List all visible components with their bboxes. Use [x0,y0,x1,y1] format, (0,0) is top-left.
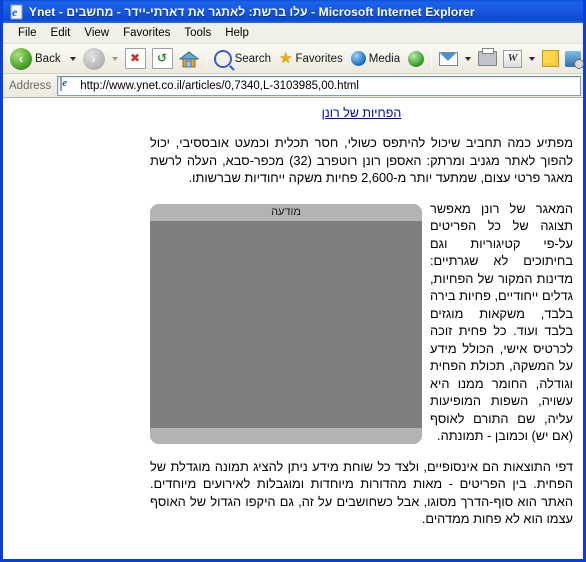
media-button[interactable]: Media [348,47,405,71]
svg-text:e: e [12,5,18,19]
forward-dropdown-caret-icon[interactable] [111,56,118,61]
back-arrow-icon: ‹ [10,47,32,70]
history-button[interactable] [405,47,427,71]
edit-in-word-button[interactable]: W [500,47,525,71]
favorites-button[interactable]: ★ Favorites [276,47,348,71]
favorites-button-label: Favorites [295,52,343,65]
address-bar: Address http://www.ynet.co.il/articles/0… [3,74,583,98]
mail-dropdown-caret-icon[interactable] [465,56,472,61]
print-button[interactable] [475,47,500,71]
back-button[interactable]: ‹ Back [7,47,66,71]
media-globe-icon [350,51,366,66]
forward-arrow-icon: › [82,47,105,70]
address-label: Address [9,79,52,92]
article-paragraph-3: דפי התוצאות הם אינסופיים, ולצד כל שוחת מ… [150,458,573,527]
forward-button[interactable]: › [80,47,108,71]
stop-button[interactable]: ✖ [122,47,149,71]
back-dropdown-caret-icon[interactable] [69,56,76,61]
article-body: הפחיות של רונן מפתיע כמה תחביב שיכול להי… [150,106,573,528]
title-bar: e Ynet - עלו ברשת: לאתגר את דארתי-יידר -… [3,0,583,23]
menu-item-view[interactable]: View [77,25,116,41]
messenger-icon [565,50,585,69]
menu-bar: File Edit View Favorites Tools Help [3,23,583,44]
media-button-label: Media [368,52,401,65]
page-document-icon [60,77,76,93]
printer-icon [478,48,498,66]
sticky-note-icon [542,50,560,67]
address-url-text: http://www.ynet.co.il/articles/0,7340,L-… [80,79,359,92]
browser-window: e Ynet - עלו ברשת: לאתגר את דארתי-יידר -… [0,0,586,562]
word-icon: W [503,49,523,68]
navigation-toolbar: ‹ Back › ✖ ↺ Search ★ Favorites Media W [3,44,585,74]
address-input[interactable]: http://www.ynet.co.il/articles/0,7340,L-… [57,75,581,96]
search-icon [213,49,232,68]
stop-icon: ✖ [124,48,146,69]
advertisement-footer [150,427,422,444]
menu-item-tools[interactable]: Tools [177,25,218,41]
search-button-label: Search [234,52,272,65]
page-content: הפחיות של רונן מפתיע כמה תחביב שיכול להי… [3,98,583,559]
home-icon [178,50,200,68]
refresh-icon: ↺ [151,48,173,69]
mail-envelope-icon [439,51,459,66]
advertisement-placeholder[interactable]: מודעה [150,203,422,444]
messenger-button[interactable] [562,47,585,71]
menu-item-help[interactable]: Help [218,25,256,41]
refresh-button[interactable]: ↺ [149,47,176,71]
mail-button[interactable] [436,47,461,71]
window-title: Ynet - עלו ברשת: לאתגר את דארתי-יידר - מ… [29,4,475,19]
edit-dropdown-caret-icon[interactable] [529,56,536,61]
search-button[interactable]: Search [211,47,276,71]
article-paragraph-1: מפתיע כמה תחביב שיכול להיתפס כשולי, חסר … [150,135,574,185]
link-ronens-cans[interactable]: הפחיות של רונן [322,106,402,120]
menu-item-edit[interactable]: Edit [44,25,78,41]
article-top-link-wrapper: הפחיות של רונן [150,106,573,120]
advertisement-content[interactable] [150,220,422,428]
toolbar-separator [205,48,207,69]
toolbar-separator-2 [431,48,433,69]
internet-explorer-icon: e [9,4,25,20]
back-button-label: Back [35,52,61,65]
star-icon: ★ [279,50,293,67]
menu-item-favorites[interactable]: Favorites [116,25,177,41]
notes-button[interactable] [539,47,562,71]
home-button[interactable] [176,47,202,71]
advertisement-label: מודעה [150,203,422,221]
menu-item-file[interactable]: File [11,25,44,41]
history-icon [408,50,425,67]
